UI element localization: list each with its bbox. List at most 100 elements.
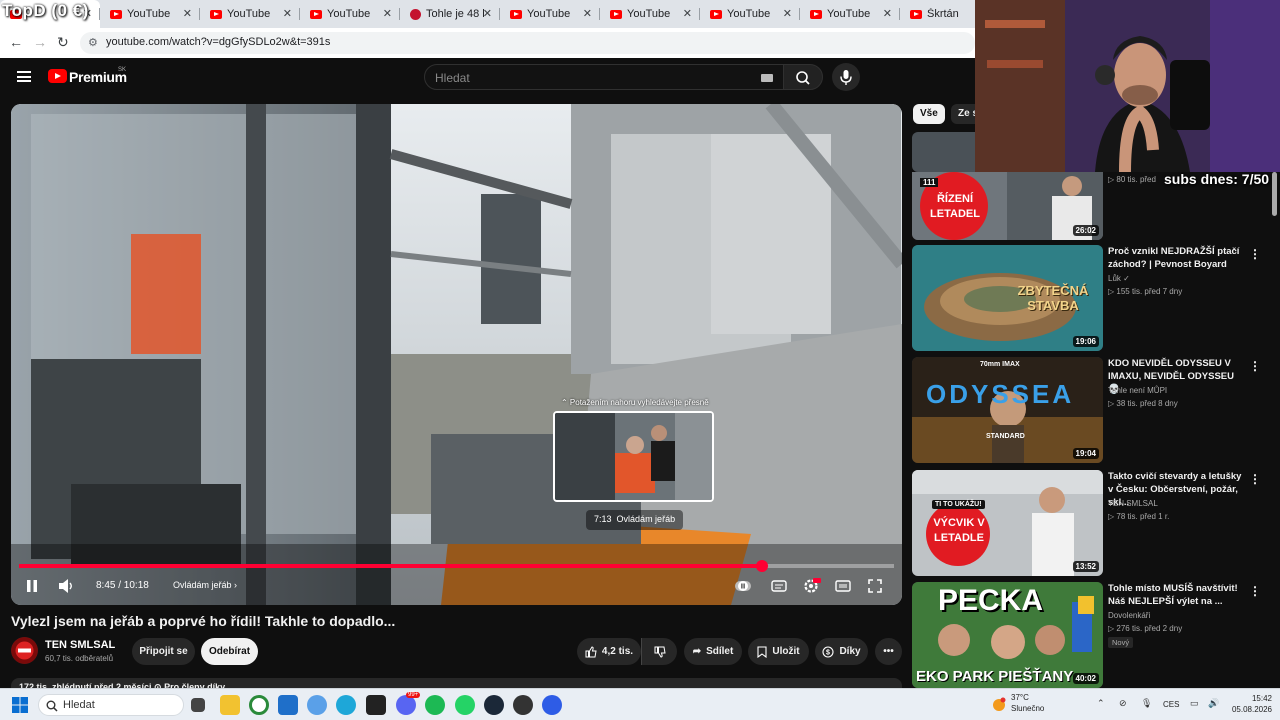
recommendation-item[interactable]: 70mm IMAX ODYSSEA STANDARD 19:04 KDO NEV… [912,357,1280,463]
spotify-icon[interactable] [425,695,445,715]
thanks-button[interactable]: $ Díky [815,638,868,665]
channel-name[interactable]: Tohle není MŮPI [1108,386,1167,395]
browser-tab[interactable]: YouTube ✕ [100,0,200,28]
autoplay-toggle-icon[interactable] [735,578,751,594]
dislike-button[interactable] [641,638,677,665]
thumbnail-bottom-text: EKO PARK PIEŠŤANY [916,668,1074,685]
settings-icon[interactable] [803,577,821,595]
weather-widget[interactable]: 37°C Slunečno [1011,692,1044,714]
video-title[interactable]: Tohle místo MUSÍŠ navštívit! Náš NEJLEPŠ… [1108,582,1248,608]
windows-start-icon[interactable] [12,697,28,713]
thumbs-down-icon [654,646,666,658]
super-thanks-icon: $ [822,645,834,658]
scrubber-handle[interactable] [755,560,768,572]
youtube-logo-icon[interactable] [48,69,67,83]
taskbar-search[interactable]: Hledat [38,694,184,716]
app-icon[interactable] [366,695,386,715]
share-button[interactable]: ➦ Sdílet [684,638,742,665]
discord-icon[interactable] [396,695,416,715]
keyboard-language[interactable]: CES [1163,700,1179,709]
more-options-icon[interactable]: ⋮ [1249,472,1261,486]
tab-close-icon[interactable]: ✕ [783,7,792,20]
obs-icon[interactable] [513,695,533,715]
microphone-icon[interactable]: 🎙 [1141,698,1152,709]
youtube-icon [510,9,522,19]
video-title[interactable]: Proč vznikl NEJDRAŽŠÍ ptačí záchod? | Pe… [1108,245,1248,271]
join-button[interactable]: Připojit se [132,638,195,665]
more-options-icon[interactable]: ⋮ [1249,247,1261,261]
forward-icon[interactable]: → [33,34,47,50]
recommendation-thumbnail: 111 ŘÍZENÍ LETADEL 26:02 [912,172,1103,240]
fullscreen-icon[interactable] [867,578,883,594]
browser-tab[interactable]: YouTube ✕ [700,0,800,28]
subtitles-icon[interactable] [771,578,787,594]
miniplayer-icon[interactable] [835,578,851,594]
more-actions-button[interactable]: ••• [875,638,902,665]
keyboard-icon[interactable] [761,74,773,82]
video-player[interactable]: ⌃ Potažením nahoru vyhledávejte přesně 7… [11,104,902,605]
more-options-icon[interactable]: ⋮ [1249,359,1261,373]
search-box[interactable]: Hledat [424,64,784,90]
tab-close-icon[interactable]: ✕ [283,7,292,20]
tab-close-icon[interactable]: ✕ [183,7,192,20]
app-icon[interactable] [542,695,562,715]
tab-close-icon[interactable]: ✕ [883,7,892,20]
thumbnail-top-text: 111 [920,178,939,187]
steam-icon[interactable] [484,695,504,715]
subscribe-button[interactable]: Odebírat [201,638,258,665]
system-clock[interactable]: 15:42 05.08.2026 [1228,693,1272,715]
recommendation-item[interactable]: TI TO UKÁŽU! VÝCVIK V LETADLE 13:52 Takt… [912,470,1280,576]
chrome-icon[interactable] [249,695,269,715]
like-button[interactable]: 4,2 tis. [577,638,641,665]
channel-name[interactable]: TEN SMLSAL [1108,499,1158,508]
menu-icon[interactable] [17,71,31,82]
browser-tab[interactable]: Škrtán✕ [900,0,975,28]
chapter-button[interactable]: Ovládám jeřáb › [173,580,237,590]
tab-close-icon[interactable]: ✕ [383,7,392,20]
tab-close-icon[interactable]: ✕ [483,7,492,20]
tray-overflow-icon[interactable]: ⌃ [1097,698,1105,709]
whatsapp-icon[interactable] [455,695,475,715]
store-icon[interactable] [278,695,298,715]
chip-all[interactable]: Vše [913,104,945,124]
network-off-icon[interactable]: ⊘ [1119,698,1127,709]
browser-tab[interactable]: YouTube ✕ [500,0,600,28]
tab-close-icon[interactable]: ✕ [683,7,692,20]
display-icon[interactable]: ▭ [1190,698,1199,709]
task-view-icon[interactable] [191,698,205,712]
edge-icon[interactable] [336,695,356,715]
more-options-icon[interactable]: ⋮ [1249,584,1261,598]
tab-label: YouTube [227,8,271,20]
save-button[interactable]: Uložit [748,638,809,665]
app-icon[interactable] [307,695,327,715]
browser-tab[interactable]: YouTube ✕ [800,0,900,28]
site-info-icon[interactable]: ⚙ [88,36,98,49]
progress-bar[interactable] [19,560,894,572]
browser-tab[interactable]: YouTube ✕ [600,0,700,28]
share-label: Sdílet [706,646,734,657]
channel-name[interactable]: Dovolenkáři [1108,611,1150,620]
browser-tab-strip: ✕YouTube✕YouTube✕YouTube✕Tohle je 48 hrá… [0,0,975,28]
tab-close-icon[interactable]: ✕ [583,7,592,20]
address-bar[interactable]: ⚙ youtube.com/watch?v=dgGfySDLo2w&t=391s [80,32,975,54]
browser-tab[interactable]: YouTube ✕ [300,0,400,28]
pause-icon[interactable] [24,578,40,594]
browser-tab[interactable]: YouTube ✕ [200,0,300,28]
file-explorer-icon[interactable] [220,695,240,715]
recommendation-item[interactable]: ZBYTEČNÁ STAVBA 19:06 Proč vznikl NEJDRA… [912,245,1280,351]
tab-label: YouTube [727,8,771,20]
recommendation-item[interactable]: PECKA EKO PARK PIEŠŤANY 40:02 Tohle míst… [912,582,1280,688]
voice-search-button[interactable] [832,63,860,91]
speaker-icon[interactable]: 🔊 [1208,698,1219,709]
microphone-icon [840,70,852,85]
channel-name[interactable]: TEN SMLSAL [45,639,115,651]
browser-tab[interactable]: Tohle je 48 hrá✕ [400,0,500,28]
back-icon[interactable]: ← [9,34,23,50]
reload-icon[interactable]: ↻ [57,34,69,51]
channel-name[interactable]: Lůk ✓ [1108,274,1130,283]
search-button[interactable] [783,64,823,90]
sidebar-scrollbar[interactable] [1272,172,1277,216]
time-display: 8:45 / 10:18 [96,580,149,591]
channel-avatar[interactable] [11,637,38,664]
volume-icon[interactable] [57,578,75,594]
